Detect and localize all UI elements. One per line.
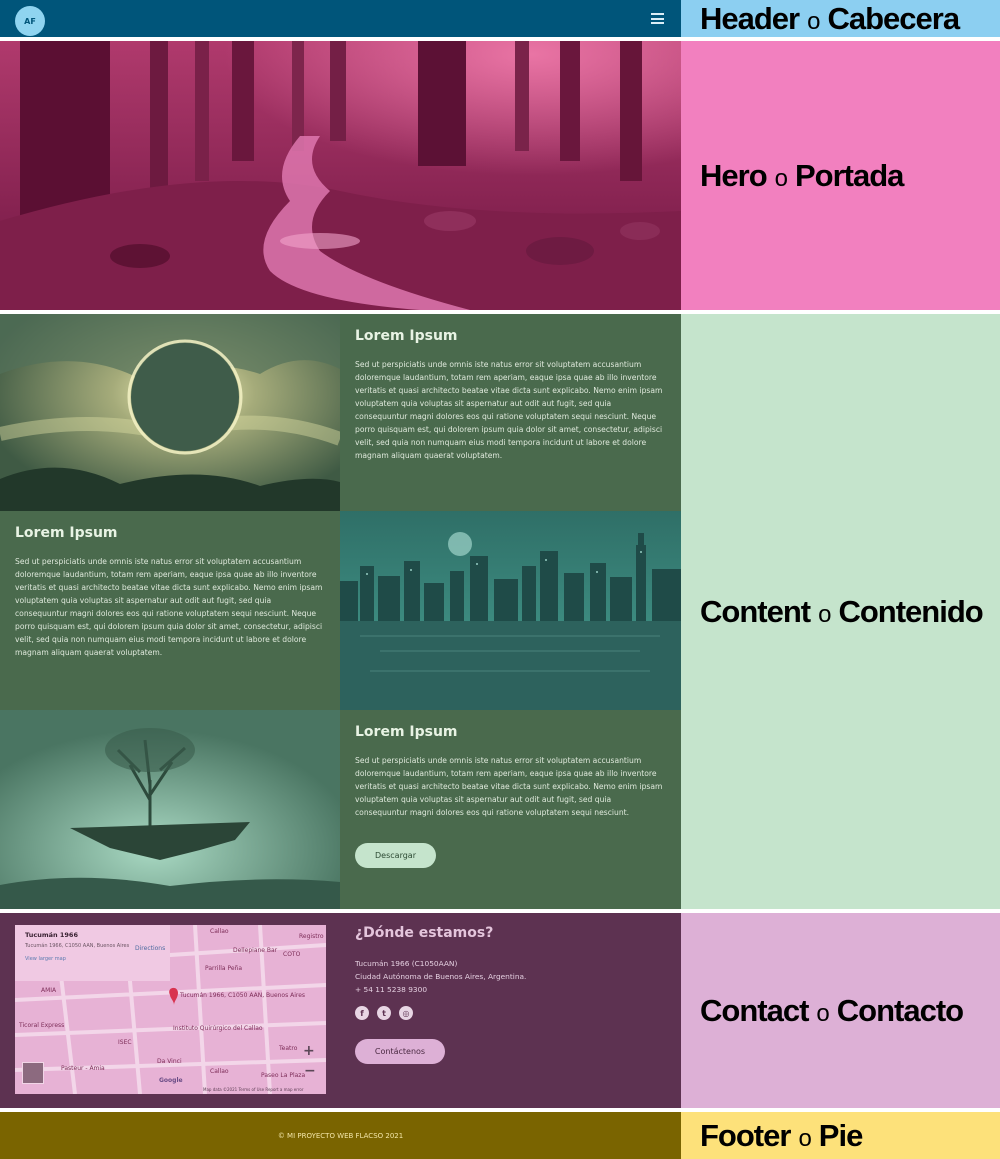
download-button[interactable]: Descargar — [355, 843, 436, 868]
social-links: f t ◎ — [355, 1006, 655, 1020]
eclipse-image — [0, 314, 340, 511]
map-pin-label: Tucumán 1966, C1050 AAN, Buenos Aires — [180, 992, 306, 999]
footer-annotation: Footer o Pie — [681, 1112, 1000, 1159]
map-info-card: Tucumán 1966 Tucumán 1966, C1050 AAN, Bu… — [15, 925, 170, 981]
annotation-translation: Cabecera — [827, 0, 960, 36]
annotation-name: Content — [700, 593, 811, 629]
annotation-translation: Contenido — [838, 593, 983, 629]
map-place: Parrilla Peña — [205, 965, 243, 972]
contact-phone: + 54 11 5238 9300 — [355, 985, 428, 994]
footer-copyright: © MI PROYECTO WEB FLACSO 2021 — [277, 1131, 404, 1140]
hamburger-menu-icon[interactable] — [651, 13, 664, 24]
content-block-text: Sed ut perspiciatis unde omnis iste natu… — [355, 756, 663, 817]
map-place: Instituto Quirúrgico del Callao — [173, 1025, 263, 1032]
header-annotation: Header o Cabecera — [681, 0, 1000, 37]
hero-image — [0, 41, 681, 310]
map-place: Da Vinci — [157, 1058, 182, 1065]
content-block-3: Lorem Ipsum Sed ut perspiciatis unde omn… — [340, 710, 681, 909]
avatar[interactable]: AF — [15, 6, 45, 36]
view-larger-map-link[interactable]: View larger map — [25, 956, 160, 962]
annotation-connector: o — [774, 164, 788, 192]
map-place: Pasteur - Amia — [61, 1065, 105, 1072]
annotation-translation: Contacto — [836, 992, 964, 1028]
zoom-in-button[interactable]: + — [303, 1043, 315, 1059]
contact-title: ¿Dónde estamos? — [355, 925, 494, 941]
map-place: Callao — [210, 928, 229, 935]
contact-address-line2: Ciudad Autónoma de Buenos Aires, Argenti… — [355, 972, 527, 981]
forest-stream-image — [0, 41, 681, 310]
map-directions-link[interactable]: Directions — [135, 945, 165, 952]
content-block-1: Lorem Ipsum Sed ut perspiciatis unde omn… — [340, 314, 681, 511]
contact-annotation: Contact o Contacto — [681, 913, 1000, 1108]
city-skyline-image — [340, 511, 681, 710]
map-place: Ticoral Express — [19, 1022, 65, 1029]
instagram-icon[interactable]: ◎ — [399, 1006, 413, 1020]
map-place: ISEC — [118, 1039, 132, 1046]
contact-button[interactable]: Contáctenos — [355, 1039, 445, 1064]
map-place: Dellepiane Bar — [233, 947, 278, 954]
annotation-connector: o — [816, 999, 829, 1027]
map-place: AMIA — [41, 987, 57, 994]
map-place: Registro — [299, 933, 324, 940]
site-header: AF — [0, 0, 681, 37]
map-place: COTO — [283, 951, 301, 958]
map-card-title: Tucumán 1966 — [25, 931, 78, 939]
content-block-text: Sed ut perspiciatis unde omnis iste natu… — [15, 557, 323, 657]
content-annotation: Content o Contenido — [681, 314, 1000, 909]
zoom-out-button[interactable]: − — [304, 1063, 316, 1079]
facebook-icon[interactable]: f — [355, 1006, 369, 1020]
map-attribution: Map data ©2021 Terms of Use Report a map… — [203, 1087, 304, 1092]
site-footer: © MI PROYECTO WEB FLACSO 2021 — [0, 1112, 681, 1159]
map-place: Teatro — [279, 1045, 298, 1052]
floating-island-tree-image — [0, 710, 340, 909]
annotation-name: Footer — [700, 1117, 791, 1153]
content-block-title: Lorem Ipsum — [355, 328, 458, 344]
annotation-name: Header — [700, 0, 800, 36]
annotation-translation: Pie — [818, 1117, 864, 1153]
contact-section: Tucumán 1966 Tucumán 1966, C1050 AAN, Bu… — [0, 913, 681, 1108]
google-logo: Google — [159, 1077, 183, 1084]
map-place: Callao — [210, 1068, 229, 1075]
embedded-map[interactable]: Tucumán 1966 Tucumán 1966, C1050 AAN, Bu… — [15, 925, 326, 1094]
content-block-title: Lorem Ipsum — [355, 724, 458, 740]
annotation-translation: Portada — [795, 157, 904, 193]
map-place: Paseo La Plaza — [261, 1072, 306, 1079]
contact-address-line1: Tucumán 1966 (C1050AAN) — [355, 959, 458, 968]
annotation-connector: o — [818, 600, 831, 628]
content-block-text: Sed ut perspiciatis unde omnis iste natu… — [355, 360, 663, 460]
hero-annotation: Hero o Portada — [681, 41, 1000, 310]
map-layer-thumbnail[interactable] — [22, 1062, 44, 1084]
annotation-connector: o — [807, 7, 820, 35]
twitter-icon[interactable]: t — [377, 1006, 391, 1020]
content-block-title: Lorem Ipsum — [15, 525, 118, 541]
content-block-2: Lorem Ipsum Sed ut perspiciatis unde omn… — [0, 511, 340, 710]
content-section: Lorem Ipsum Sed ut perspiciatis unde omn… — [0, 314, 681, 909]
contact-info: ¿Dónde estamos? Tucumán 1966 (C1050AAN) … — [355, 925, 655, 1064]
annotation-name: Hero — [700, 157, 768, 193]
annotation-name: Contact — [700, 992, 809, 1028]
annotation-connector: o — [798, 1124, 811, 1152]
